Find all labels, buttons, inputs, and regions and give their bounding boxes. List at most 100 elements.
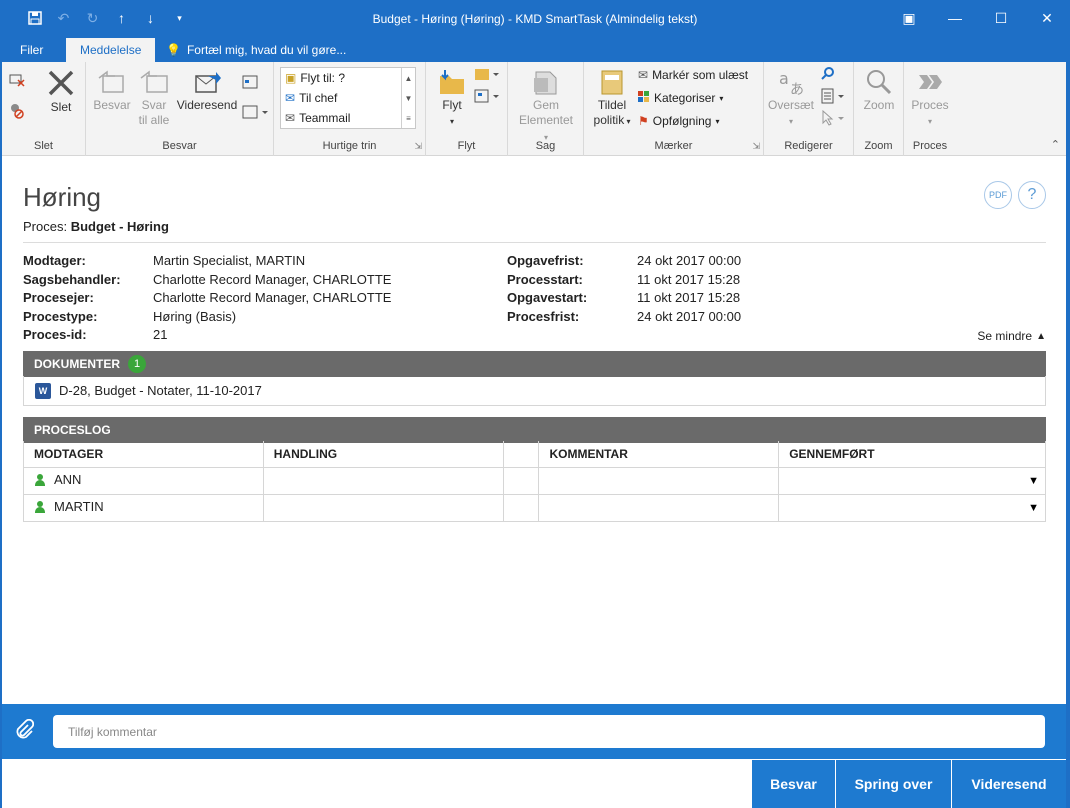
- category-icon: [638, 90, 650, 106]
- reply-button[interactable]: Besvar: [92, 68, 132, 113]
- pdf-icon[interactable]: PDF: [984, 181, 1012, 209]
- fields-right: Opgavefrist: 24 okt 2017 00:00 Processtar…: [507, 253, 741, 327]
- delete-label: Slet: [50, 100, 72, 114]
- followup-button[interactable]: ⚑ Opfølgning ▾: [638, 111, 719, 131]
- group-label-redigerer: Redigerer: [784, 140, 833, 152]
- proceslog-header-row: MODTAGER HANDLING KOMMENTAR GENNEMFØRT: [23, 441, 1046, 468]
- categorize-label: Kategoriser: [654, 91, 716, 105]
- field-row: Proces-id: 21: [23, 327, 391, 346]
- group-label-zoom: Zoom: [864, 140, 893, 152]
- close-icon[interactable]: ✕: [1024, 0, 1070, 36]
- group-besvar: Besvar Svar til alle Videresend Besvar: [86, 62, 274, 156]
- group-slet: Slet Slet: [2, 62, 86, 156]
- document-name[interactable]: D-28, Budget - Notater, 11-10-2017: [59, 383, 262, 398]
- tab-message[interactable]: Meddelelse: [66, 38, 156, 62]
- collapse-ribbon-icon[interactable]: ⌃: [1051, 138, 1060, 151]
- skip-button[interactable]: Spring over: [835, 760, 951, 808]
- quick-steps-scrollbar[interactable]: ▲ ▼ ≡: [401, 68, 415, 128]
- reply-action-button[interactable]: Besvar: [751, 760, 835, 808]
- meeting-icon[interactable]: [242, 74, 260, 94]
- save-element-button[interactable]: Gem Elementet ▾: [516, 68, 576, 145]
- quick-step-label: Teammail: [299, 111, 351, 125]
- group-label-flyt: Flyt: [457, 140, 476, 152]
- field-key: Procesfrist:: [507, 308, 580, 324]
- forward-button[interactable]: Videresend: [176, 68, 238, 113]
- zoom-button[interactable]: Zoom: [860, 68, 898, 113]
- dialog-launcher-icon[interactable]: ⇲: [752, 141, 760, 152]
- expand-dropdown-icon[interactable]: ▼: [1028, 502, 1039, 514]
- action-cell: [262, 466, 504, 495]
- field-value: Charlotte Record Manager, CHARLOTTE: [153, 271, 392, 287]
- recipient-name: MARTIN: [54, 499, 104, 515]
- paperclip-icon[interactable]: [14, 718, 35, 747]
- field-row: Procesfrist: 24 okt 2017 00:00: [507, 309, 741, 328]
- assign-policy-label-2: politik: [593, 113, 625, 127]
- help-icon[interactable]: ?: [1018, 181, 1046, 209]
- translate-button[interactable]: aあ Oversæt ▾: [768, 68, 814, 129]
- reply-all-button[interactable]: Svar til alle: [134, 68, 174, 128]
- document-item[interactable]: W D-28, Budget - Notater, 11-10-2017: [23, 376, 1046, 406]
- maximize-icon[interactable]: ☐: [978, 0, 1024, 36]
- quick-step-move-to[interactable]: ▣ Flyt til: ?: [281, 68, 415, 88]
- group-sag: Gem Elementet ▾ Sag: [508, 62, 584, 156]
- comment-input[interactable]: [53, 715, 1045, 748]
- envelope-open-icon: ✉: [638, 68, 649, 82]
- field-row: Opgavestart: 11 okt 2017 15:28: [507, 290, 741, 309]
- action-cell: [262, 493, 504, 522]
- comment-cell: [538, 493, 780, 522]
- forward-mail-icon: ✉: [285, 91, 296, 105]
- ignore-icon[interactable]: [8, 70, 26, 92]
- triangle-up-icon: ▲: [1036, 330, 1046, 342]
- field-row: Procesejer: Charlotte Record Manager, CHA…: [23, 290, 391, 309]
- forward-action-button[interactable]: Videresend: [951, 760, 1066, 808]
- rules-icon[interactable]: [474, 66, 502, 86]
- field-key: Procesejer:: [23, 290, 94, 305]
- save-element-label-1: Gem: [532, 98, 559, 112]
- extra-cell: [502, 466, 540, 495]
- svg-text:あ: あ: [790, 82, 804, 96]
- process-value: Budget - Høring: [70, 219, 169, 234]
- field-value: Martin Specialist, MARTIN: [153, 253, 306, 268]
- mark-unread-button[interactable]: ✉ Markér som ulæst: [638, 65, 748, 85]
- categorize-button[interactable]: Kategoriser ▾: [638, 88, 723, 108]
- move-button[interactable]: Flyt ▾: [434, 68, 470, 129]
- field-key: Modtager:: [23, 253, 86, 268]
- group-label-maerker: Mærker: [654, 140, 693, 152]
- assign-policy-button[interactable]: Tildel politik ▾: [590, 68, 634, 129]
- actions-icon[interactable]: [474, 88, 502, 108]
- reply-all-label-2: til alle: [138, 113, 170, 127]
- divider: [23, 242, 1046, 243]
- proceslog-title: PROCESLOG: [34, 423, 111, 437]
- delete-button[interactable]: Slet: [44, 68, 78, 115]
- select-icon[interactable]: [820, 109, 848, 130]
- field-key: Opgavefrist:: [507, 253, 584, 268]
- title-bar: ↶ ↻ ↑ ↓ ▾ Budget - Høring (Høring) - KMD…: [0, 0, 1070, 38]
- junk-icon[interactable]: [8, 102, 30, 124]
- field-key: Sagsbehandler:: [23, 271, 121, 287]
- expand-dropdown-icon[interactable]: ▼: [1028, 475, 1039, 487]
- group-label-sag: Sag: [535, 140, 556, 152]
- quick-step-team-mail[interactable]: ✉ Teammail: [281, 108, 415, 128]
- move-label: Flyt: [442, 98, 462, 112]
- field-row: Procestype: Høring (Basis): [23, 309, 391, 328]
- proces-button[interactable]: Proces ▾: [910, 68, 950, 129]
- quick-step-to-manager[interactable]: ✉ Til chef: [281, 88, 415, 108]
- tab-file[interactable]: Filer: [8, 38, 55, 62]
- group-hurtige-trin: ▣ Flyt til: ? ✉ Til chef ✉ Teammail ▲ ▼ ≡ Hur…: [274, 62, 426, 156]
- forward-label: Videresend: [176, 98, 238, 112]
- completed-cell: ▼: [778, 466, 1046, 495]
- tell-me-search[interactable]: 💡 Fortæl mig, hvad du vil gøre...: [166, 38, 346, 62]
- field-value: Høring (Basis): [153, 308, 237, 324]
- translate-label: Oversæt: [768, 98, 815, 112]
- related-icon[interactable]: [820, 88, 848, 108]
- dialog-launcher-icon[interactable]: ⇲: [414, 141, 422, 152]
- reply-all-label-1: Svar: [141, 98, 167, 112]
- proces-label: Proces: [911, 98, 949, 112]
- see-less-toggle[interactable]: Se mindre ▲: [977, 329, 1046, 343]
- minimize-icon[interactable]: —: [932, 0, 978, 36]
- ribbon-display-options-icon[interactable]: ▣: [886, 0, 932, 36]
- comment-cell: [538, 466, 780, 495]
- ribbon-tabs: Filer Meddelelse 💡 Fortæl mig, hvad du v…: [0, 38, 1070, 62]
- more-respond-icon[interactable]: [242, 104, 270, 124]
- find-icon[interactable]: [820, 66, 836, 86]
